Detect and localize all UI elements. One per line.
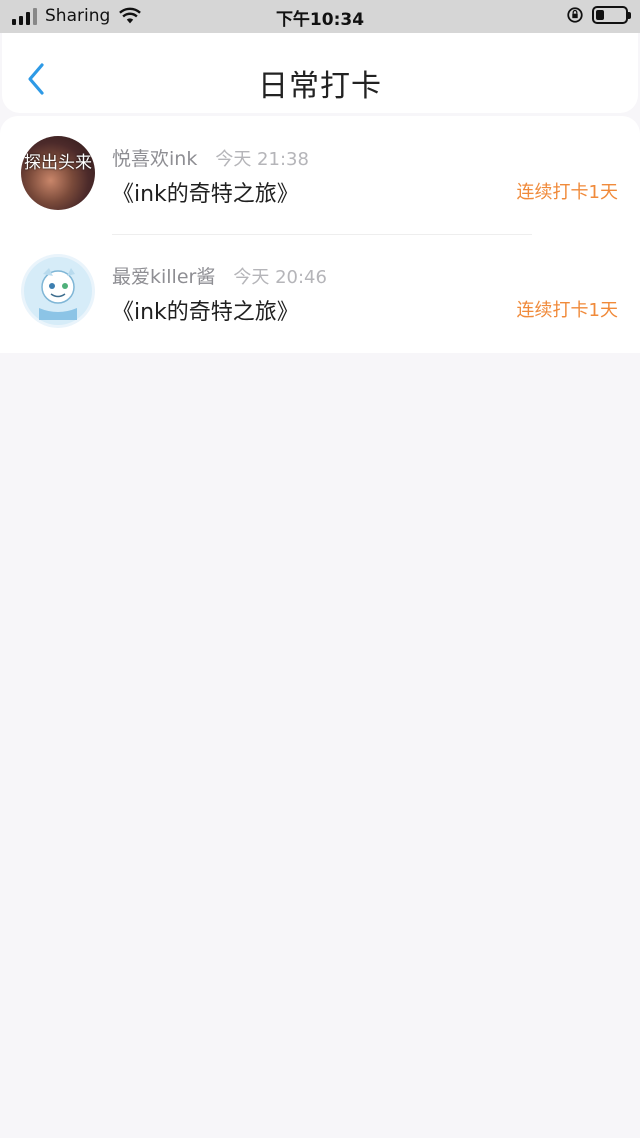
avatar-caption: 探出头来 [24,153,92,173]
nav-bar: 日常打卡 [2,33,638,113]
post-time: 今天 20:46 [233,267,327,288]
post-time: 今天 21:38 [215,149,309,170]
status-bar: Sharing 下午10:34 [0,0,640,33]
battery-icon [592,6,631,24]
user-name[interactable]: 最爱killer酱 [112,262,215,289]
avatar[interactable]: 探出头来 [21,136,95,210]
page-title: 日常打卡 [258,69,382,104]
list-item[interactable]: 探出头来 悦喜欢ink 今天 21:38 《ink的奇特之旅》 连续打卡1天 [0,116,640,234]
checkin-meta: 最爱killer酱 今天 20:46 [112,262,327,289]
streak-label: 连续打卡1天 [516,300,618,321]
rotation-lock-icon [567,7,583,23]
book-title[interactable]: 《ink的奇特之旅》 [112,176,299,208]
avatar-illustration [24,257,92,325]
book-title[interactable]: 《ink的奇特之旅》 [112,294,299,326]
streak-label: 连续打卡1天 [516,182,618,203]
list-item[interactable]: 最爱killer酱 今天 20:46 《ink的奇特之旅》 连续打卡1天 [0,234,640,352]
checkin-list: 探出头来 悦喜欢ink 今天 21:38 《ink的奇特之旅》 连续打卡1天 最… [0,116,640,353]
status-right [566,6,631,24]
avatar[interactable] [21,254,95,328]
user-name[interactable]: 悦喜欢ink [112,144,197,171]
status-clock: 下午10:34 [275,10,365,30]
checkin-meta: 悦喜欢ink 今天 21:38 [112,144,309,171]
